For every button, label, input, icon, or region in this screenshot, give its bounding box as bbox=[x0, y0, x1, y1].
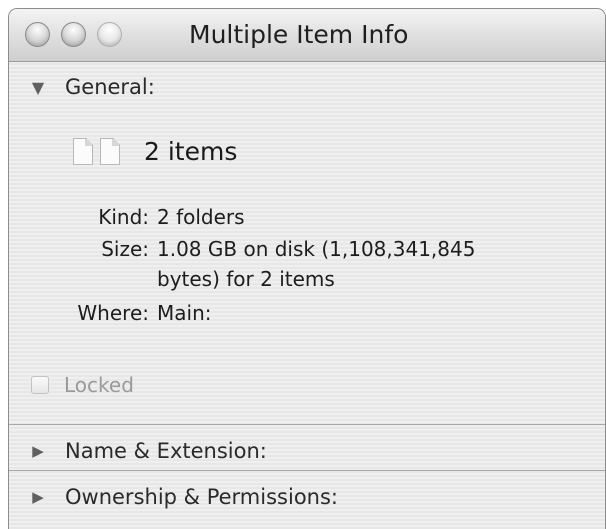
name-extension-section-header[interactable]: ▶ Name & Extension: bbox=[9, 433, 605, 469]
locked-label: Locked bbox=[64, 373, 134, 397]
locked-checkbox[interactable] bbox=[31, 376, 49, 394]
triangle-right-icon[interactable]: ▶ bbox=[29, 488, 47, 506]
ownership-permissions-section-header[interactable]: ▶ Ownership & Permissions: bbox=[9, 479, 605, 515]
close-button[interactable] bbox=[25, 22, 50, 47]
triangle-down-icon[interactable]: ▼ bbox=[29, 78, 47, 97]
kind-value: 2 folders bbox=[157, 205, 245, 229]
size-value-line1: 1.08 GB on disk (1,108,341,845 bbox=[157, 237, 476, 261]
title-bar[interactable]: Multiple Item Info bbox=[9, 9, 605, 62]
minimize-button[interactable] bbox=[61, 22, 86, 47]
items-count: 2 items bbox=[144, 137, 238, 166]
section-divider bbox=[9, 470, 605, 471]
general-section-label: General: bbox=[65, 75, 155, 99]
items-summary: 2 items bbox=[73, 137, 237, 166]
info-window: Multiple Item Info ▼ General: 2 items Ki… bbox=[8, 8, 606, 529]
general-section-header[interactable]: ▼ General: bbox=[9, 69, 605, 105]
locked-checkbox-row[interactable]: Locked bbox=[31, 373, 134, 397]
section-divider bbox=[9, 424, 605, 425]
kind-label: Kind: bbox=[98, 205, 149, 229]
ownership-permissions-label: Ownership & Permissions: bbox=[65, 485, 338, 509]
size-label: Size: bbox=[101, 237, 149, 261]
window-title: Multiple Item Info bbox=[189, 20, 409, 49]
where-label: Where: bbox=[77, 301, 149, 325]
size-value-line2: bytes) for 2 items bbox=[157, 267, 335, 291]
document-icon bbox=[73, 138, 93, 165]
zoom-button[interactable] bbox=[97, 22, 122, 47]
document-icon bbox=[100, 138, 120, 165]
name-extension-label: Name & Extension: bbox=[65, 439, 267, 463]
triangle-right-icon[interactable]: ▶ bbox=[29, 442, 47, 460]
where-value: Main: bbox=[157, 301, 212, 325]
